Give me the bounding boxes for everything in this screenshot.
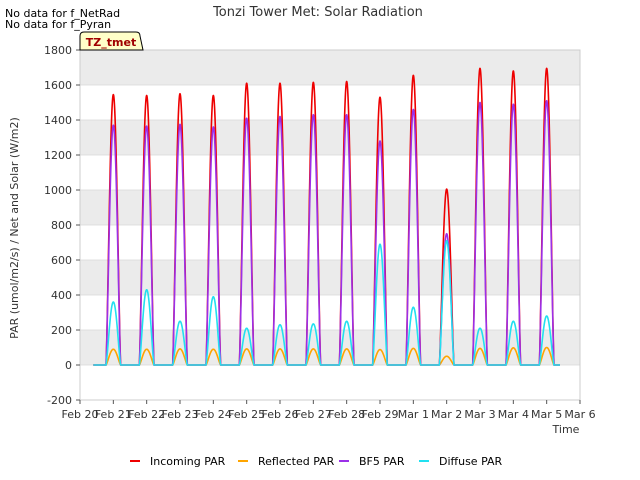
- x-tick-label: Feb 21: [95, 408, 132, 421]
- y-tick-label: 1200: [44, 149, 72, 162]
- legend-label-incoming-par: Incoming PAR: [150, 455, 226, 468]
- background-bands: [80, 50, 580, 365]
- chart-title: Tonzi Tower Met: Solar Radiation: [212, 5, 423, 20]
- legend: Incoming PAR Reflected PAR BF5 PAR Diffuse …: [130, 455, 503, 468]
- y-tick-label: -200: [47, 394, 72, 407]
- x-tick-label: Feb 23: [162, 408, 199, 421]
- band: [80, 190, 580, 225]
- solar-radiation-chart: -200 0 200 400 600 800 1000 1200 1400 1600 1800 Fe…: [8, 5, 596, 468]
- y-tick-label: 400: [51, 289, 72, 302]
- x-tick-label: Feb 26: [262, 408, 299, 421]
- y-tick-label: 600: [51, 254, 72, 267]
- tz-tag-label: TZ_tmet: [86, 36, 136, 49]
- y-tick-label: 200: [51, 324, 72, 337]
- x-tick-label: Feb 22: [128, 408, 165, 421]
- y-tick-label: 800: [51, 219, 72, 232]
- x-tick-label: Feb 25: [228, 408, 265, 421]
- y-tick-label: 1600: [44, 79, 72, 92]
- band: [80, 260, 580, 295]
- band: [80, 330, 580, 365]
- y-tick-label: 0: [65, 359, 72, 372]
- y-tick-label: 1800: [44, 44, 72, 57]
- x-tick-label: Mar 5: [531, 408, 562, 421]
- x-tick-label: Feb 24: [195, 408, 232, 421]
- x-tick-label: Feb 20: [62, 408, 99, 421]
- x-axis-ticks: Feb 20Feb 21Feb 22Feb 23Feb 24Feb 25Feb …: [62, 400, 596, 421]
- tz-tag: TZ_tmet: [79, 31, 144, 51]
- x-tick-label: Mar 6: [564, 408, 595, 421]
- y-tick-label: 1000: [44, 184, 72, 197]
- x-tick-label: Mar 1: [398, 408, 429, 421]
- legend-label-bf5-par: BF5 PAR: [359, 455, 405, 468]
- y-tick-label: 1400: [44, 114, 72, 127]
- legend-label-diffuse-par: Diffuse PAR: [439, 455, 503, 468]
- x-tick-label: Mar 2: [431, 408, 462, 421]
- x-tick-label: Mar 3: [464, 408, 495, 421]
- band: [80, 50, 580, 85]
- x-tick-label: Feb 28: [328, 408, 365, 421]
- x-tick-label: Feb 29: [362, 408, 399, 421]
- band: [80, 120, 580, 155]
- x-tick-label: Feb 27: [295, 408, 332, 421]
- y-axis-ticks: -200 0 200 400 600 800 1000 1200 1400 1600 1800: [44, 44, 80, 407]
- legend-label-reflected-par: Reflected PAR: [258, 455, 335, 468]
- y-axis-label: PAR (umol/m2/s) / Net and Solar (W/m2): [8, 117, 21, 339]
- x-tick-label: Mar 4: [498, 408, 529, 421]
- x-axis-label: Time: [552, 423, 580, 436]
